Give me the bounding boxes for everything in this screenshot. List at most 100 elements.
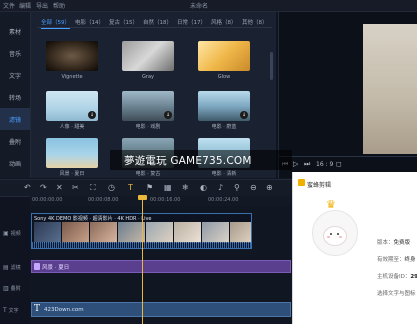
watermark-text: 夢遊電玩 GAME735.COM [124,155,252,167]
crop-icon[interactable]: ⛶ [90,183,96,193]
app-logo-icon [298,179,305,186]
sidebar-item-overlay[interactable]: 叠附 [0,130,30,152]
tab-retro[interactable]: 复古（15） [109,18,138,26]
filter-thumb-gray[interactable] [122,41,174,71]
ruler-time: 00:00:08.00 [88,197,119,203]
track-header-filter: ▤ 滤镜 [0,260,30,274]
video-frame-thumb [62,222,89,243]
audio-icon[interactable]: ♪ [218,183,223,192]
filter-thumb-glow[interactable] [198,41,250,71]
sidebar-item-music[interactable]: 音乐 [0,42,30,64]
video-frame-thumb [34,222,61,243]
download-icon[interactable]: ↓ [164,111,172,119]
filter-thumb-movie-blue[interactable]: ↓ [198,91,250,121]
sidebar-item-media[interactable]: 素材 [0,20,30,42]
text-clip-label: 423Down.com [44,307,84,313]
tab-other[interactable]: 其他（8） [242,18,268,26]
video-clip-title: Sony 4K DEMO 影视频 · 超清影片 · 4K HDR · Live [34,216,152,222]
tab-style[interactable]: 风格（8） [211,18,237,26]
ruler-time: 00:00:00.00 [32,197,63,203]
split-icon[interactable]: ✂ [72,183,79,192]
tab-daily[interactable]: 日常（17） [177,18,206,26]
video-frame-thumb [174,222,201,243]
aspect-ratio-selector[interactable]: 16 : 9 [316,161,333,168]
freeze-icon[interactable]: ❄ [182,183,189,192]
popup-title: 蜜蜂剪辑 [307,182,332,189]
next-frame-icon[interactable]: ⏭ [304,160,310,169]
window-title: 未命名 [190,3,209,10]
preview-frame [363,24,417,154]
menu-export[interactable]: 导出 [36,1,48,10]
filter-thumb-landscape-summer[interactable] [46,138,98,168]
filter-clip-label: 风景 · 夏日 [42,265,70,271]
expiry-row: 有效期至：终身 [377,257,416,263]
filter-thumb-vignette[interactable] [46,41,98,71]
video-frame-thumb [90,222,117,243]
option-row[interactable]: 选择文字与图标 [377,289,416,297]
play-icon[interactable]: ▷ [293,160,298,168]
account-popup: 蜜蜂剪辑 ♛ 版本：免费版 有效期至：终身 主机设备ID：29 选择文字与图标 [292,172,417,324]
ruler-time: 00:00:16.00 [150,197,181,203]
fullscreen-icon[interactable]: ◻ [336,160,342,168]
menu-file[interactable]: 文件 [3,1,15,10]
color-icon[interactable]: ◐ [200,183,207,192]
text-clip[interactable]: T 423Down.com [31,302,291,317]
marker-icon[interactable]: ⚑ [146,183,153,192]
filter-clip[interactable]: 风景 · 夏日 [31,260,291,273]
filter-label: 人像 · 甜美 [59,124,85,130]
filter-label: 电影 · 清新 [211,171,237,177]
redo-icon[interactable]: ↷ [40,183,47,192]
menubar: 文件 编辑 导出 帮助 未命名 [0,0,417,12]
watermark-banner: 夢遊電玩 GAME735.COM [110,150,292,170]
tab-movie[interactable]: 电影（14） [75,18,104,26]
timeline-ruler[interactable]: 00:00:00.00 00:00:08.00 00:00:16.00 00:0… [30,196,292,206]
library-scrollbar[interactable] [270,52,273,80]
track-label: 视频 [10,230,21,237]
track-header-overlay: ▥ 叠附 [0,281,30,295]
filter-label: Gray [142,74,154,80]
sidebar-item-text[interactable]: 文字 [0,64,30,86]
filter-label: Glow [217,74,231,80]
download-icon[interactable]: ↓ [88,111,96,119]
zoom-in-icon[interactable]: ⊕ [266,183,273,192]
text-track-icon: T [3,306,7,314]
sidebar-item-filter[interactable]: 滤镜 [0,108,30,130]
preview-controls: ⏮ ▷ ⏭ 16 : 9 ◻ [279,160,417,172]
playhead[interactable] [142,196,143,324]
filter-thumb-movie-drama[interactable]: ↓ [122,91,174,121]
track-header-text: T 文字 [0,303,30,317]
speed-icon[interactable]: ◷ [108,183,115,192]
device-id-row: 主机设备ID：29 [377,274,417,280]
category-sidebar: 素材 音乐 文字 转场 滤镜 叠附 动画 [0,12,31,178]
track-label: 叠附 [10,285,21,292]
delete-icon[interactable]: ✕ [56,183,63,192]
video-track-icon: ▣ [3,229,9,237]
text-icon[interactable]: T [128,183,133,192]
filter-track-icon: ▤ [3,263,9,271]
download-icon[interactable]: ↓ [240,111,248,119]
menu-help[interactable]: 帮助 [53,1,65,10]
mosaic-icon[interactable]: ▦ [164,183,172,192]
overlay-track-icon: ▥ [3,284,9,292]
version-row: 版本：免费版 [377,240,411,246]
tab-all[interactable]: 全部（59） [41,18,70,29]
mic-icon[interactable]: ⚲ [234,183,240,192]
preview-panel: ⏮ ▷ ⏭ 16 : 9 ◻ [278,12,417,178]
filter-label: 电影 · 蔚蓝 [211,124,237,130]
zoom-out-icon[interactable]: ⊖ [250,183,257,192]
tab-nature[interactable]: 自然（18） [143,18,172,26]
preview-progress[interactable] [279,156,417,157]
undo-icon[interactable]: ↶ [24,183,31,192]
filter-label: Vignette [61,74,83,80]
ruler-time: 00:00:24.00 [208,197,239,203]
filter-clip-icon [34,263,40,270]
sidebar-item-animation[interactable]: 动画 [0,152,30,174]
sidebar-item-transition[interactable]: 转场 [0,86,30,108]
filter-label: 电影 · 复古 [135,171,161,177]
video-frame-thumb [118,222,145,243]
filter-tabs: 全部（59） 电影（14） 复古（15） 自然（18） 日常（17） 风格（8）… [37,15,272,29]
track-label: 滤镜 [10,264,21,271]
filter-thumb-portrait-sweet[interactable]: ↓ [46,91,98,121]
menu-edit[interactable]: 编辑 [19,1,31,10]
track-header-video: ▣ 视频 [0,226,30,240]
